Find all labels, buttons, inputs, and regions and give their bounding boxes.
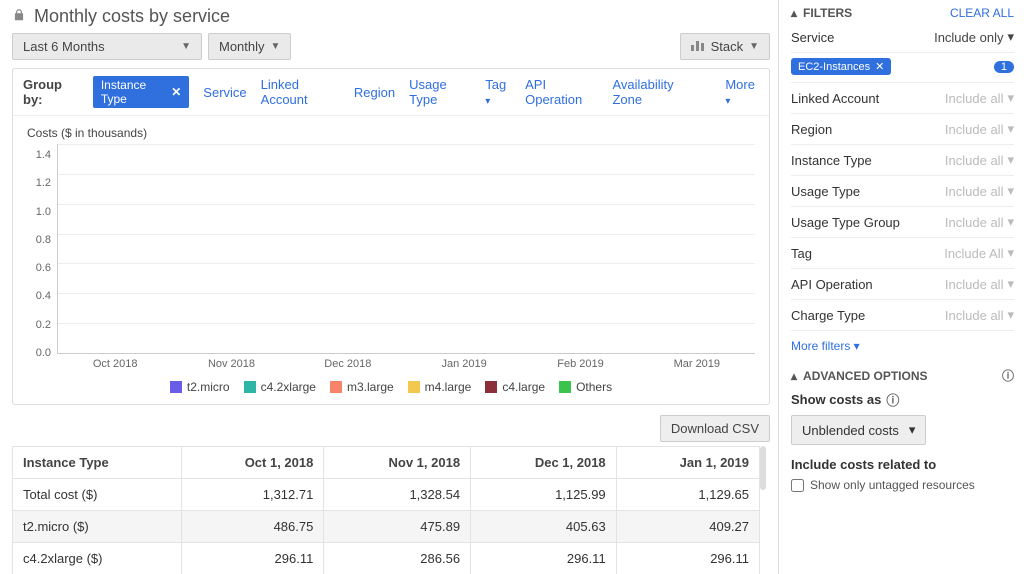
groupby-option-api-operation[interactable]: API Operation — [525, 77, 598, 107]
groupby-more[interactable]: More — [725, 77, 759, 107]
legend-item[interactable]: t2.micro — [170, 380, 230, 394]
table-header[interactable]: Oct 1, 2018 — [182, 447, 324, 479]
info-icon[interactable]: ⓘ — [886, 390, 899, 409]
caret-icon: ▼ — [181, 41, 191, 52]
table-row: t2.micro ($)486.75475.89405.63409.27 — [13, 511, 760, 543]
untagged-only-checkbox[interactable]: Show only untagged resources — [791, 478, 1014, 492]
filter-row-label[interactable]: API Operation — [791, 277, 873, 292]
filter-row-label[interactable]: Instance Type — [791, 153, 872, 168]
filter-row-mode[interactable]: Include all ▾ — [945, 183, 1014, 199]
filter-row-label[interactable]: Region — [791, 122, 832, 137]
groupby-option-region[interactable]: Region — [354, 85, 395, 100]
bar-chart-icon — [691, 39, 705, 54]
filter-row-mode[interactable]: Include all ▾ — [945, 121, 1014, 137]
filter-service-count: 1 — [994, 61, 1014, 73]
stack-dropdown[interactable]: Stack▼ — [680, 33, 770, 60]
groupby-option-availability-zone[interactable]: Availability Zone — [612, 77, 697, 107]
show-costs-as-label: Show costs asⓘ — [791, 390, 1014, 409]
caret-up-icon: ▴ — [791, 369, 797, 383]
filter-row-mode[interactable]: Include all ▾ — [945, 152, 1014, 168]
caret-icon: ▾ — [1007, 29, 1014, 45]
filter-row-mode[interactable]: Include all ▾ — [945, 90, 1014, 106]
caret-icon: ▾ — [909, 422, 916, 438]
groupby-label: Group by: — [23, 77, 79, 107]
table-scrollbar[interactable] — [760, 446, 766, 490]
advanced-heading[interactable]: ▴ADVANCED OPTIONS — [791, 369, 927, 383]
groupby-option-service[interactable]: Service — [203, 85, 246, 100]
more-filters-link[interactable]: More filters ▾ — [791, 339, 1014, 353]
filter-service-chip[interactable]: EC2-Instances✕ — [791, 58, 891, 75]
filter-service-mode[interactable]: Include only ▾ — [934, 29, 1014, 45]
filters-heading[interactable]: ▴FILTERS — [791, 6, 852, 20]
filter-row-label[interactable]: Usage Type — [791, 184, 860, 199]
clear-all-link[interactable]: CLEAR ALL — [950, 6, 1014, 20]
legend-item[interactable]: c4.large — [485, 380, 545, 394]
close-icon[interactable]: ✕ — [875, 60, 884, 73]
cost-mode-dropdown[interactable]: Unblended costs▾ — [791, 415, 926, 445]
table-header[interactable]: Nov 1, 2018 — [324, 447, 471, 479]
legend-item[interactable]: c4.2xlarge — [244, 380, 316, 394]
groupby-chip[interactable]: Instance Type✕ — [93, 76, 189, 108]
groupby-row: Group by: Instance Type✕ Service Linked … — [13, 69, 769, 116]
caret-icon: ▼ — [749, 41, 759, 52]
chart-y-label: Costs ($ in thousands) — [27, 126, 755, 140]
groupby-option-tag[interactable]: Tag — [485, 77, 511, 107]
caret-icon: ▼ — [271, 41, 281, 52]
date-range-dropdown[interactable]: Last 6 Months▼ — [12, 33, 202, 60]
caret-up-icon: ▴ — [791, 6, 797, 20]
filter-service-label[interactable]: Service — [791, 30, 834, 45]
chart-legend: t2.micro c4.2xlarge m3.large m4.large c4.lar… — [27, 380, 755, 394]
filter-row-mode[interactable]: Include all ▾ — [945, 307, 1014, 323]
filter-row-label[interactable]: Linked Account — [791, 91, 879, 106]
toolbar: Last 6 Months▼ Monthly▼ Stack▼ — [12, 33, 770, 60]
chart-x-axis: Oct 2018Nov 2018Dec 2018Jan 2019Feb 2019… — [57, 354, 755, 370]
filter-row-label[interactable]: Tag — [791, 246, 812, 261]
info-icon[interactable]: ⓘ — [1002, 367, 1014, 384]
lock-icon — [12, 8, 26, 25]
table-header[interactable]: Dec 1, 2018 — [471, 447, 617, 479]
include-costs-label: Include costs related to — [791, 457, 1014, 472]
table-header[interactable]: Jan 1, 2019 — [616, 447, 759, 479]
groupby-option-usage-type[interactable]: Usage Type — [409, 77, 471, 107]
filter-row-mode[interactable]: Include All ▾ — [944, 245, 1014, 261]
groupby-option-linked-account[interactable]: Linked Account — [261, 77, 340, 107]
legend-item[interactable]: m4.large — [408, 380, 472, 394]
download-csv-button[interactable]: Download CSV — [660, 415, 770, 442]
filter-row-mode[interactable]: Include all ▾ — [945, 276, 1014, 292]
granularity-dropdown[interactable]: Monthly▼ — [208, 33, 291, 60]
close-icon[interactable]: ✕ — [171, 85, 181, 99]
page-title: Monthly costs by service — [34, 6, 230, 27]
chart-y-axis: 1.41.21.00.80.60.40.20.0 — [27, 144, 57, 354]
cost-table: Instance TypeOct 1, 2018Nov 1, 2018Dec 1… — [12, 446, 760, 574]
chart-plot-area — [57, 144, 755, 354]
filter-row-label[interactable]: Usage Type Group — [791, 215, 900, 230]
table-row: Total cost ($)1,312.711,328.541,125.991,… — [13, 479, 760, 511]
table-header[interactable]: Instance Type — [13, 447, 182, 479]
legend-item[interactable]: Others — [559, 380, 612, 394]
table-row: c4.2xlarge ($)296.11286.56296.11296.11 — [13, 543, 760, 574]
filter-row-label[interactable]: Charge Type — [791, 308, 865, 323]
page-title-row: Monthly costs by service — [12, 6, 770, 27]
legend-item[interactable]: m3.large — [330, 380, 394, 394]
chart-panel: Group by: Instance Type✕ Service Linked … — [12, 68, 770, 405]
filter-row-mode[interactable]: Include all ▾ — [945, 214, 1014, 230]
